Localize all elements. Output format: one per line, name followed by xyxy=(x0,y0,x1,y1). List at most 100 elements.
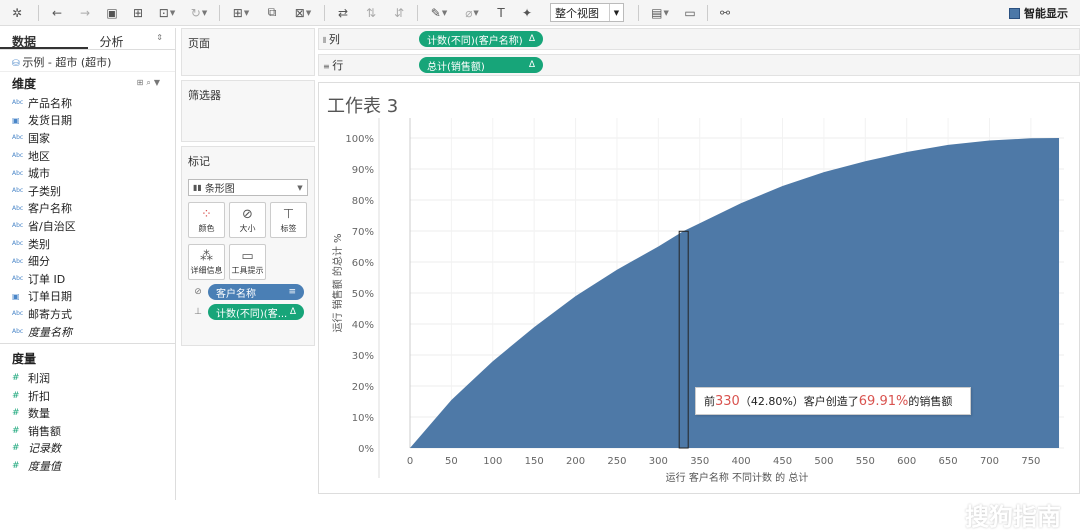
dimension-label: 度量名称 xyxy=(28,325,72,339)
sort-descending-icon[interactable]: ⇵ xyxy=(385,0,413,26)
delta-icon: Δ xyxy=(289,307,296,317)
tooltip-button[interactable]: ▭ 工具提示 xyxy=(229,244,266,280)
y-tick-label: 20% xyxy=(352,382,374,393)
pause-updates-icon[interactable]: ⊡ ▼ xyxy=(151,0,183,26)
x-tick-label: 250 xyxy=(607,456,626,467)
dimension-label: 客户名称 xyxy=(28,202,72,216)
columns-shelf[interactable]: ⫴ 列 计数(不同)(客户名称) Δ xyxy=(318,28,1080,50)
text-label-icon: ⊤ xyxy=(282,206,295,222)
measure-icon: # xyxy=(12,425,20,436)
string-type-icon: Abc xyxy=(12,310,24,318)
measures-title: 度量 xyxy=(12,351,37,366)
tab-data[interactable]: 数据 xyxy=(0,28,88,49)
tableau-logo-icon[interactable]: ✲ xyxy=(0,0,34,26)
x-tick-label: 100 xyxy=(483,456,502,467)
view-mode-value: 整个视图 xyxy=(555,6,599,20)
presentation-icon[interactable]: ▭ xyxy=(677,0,703,26)
dimension-field[interactable]: Abc 订单 ID xyxy=(0,270,175,288)
tooltip-label: 工具提示 xyxy=(231,265,264,275)
datasource-item[interactable]: ⛁ 示例 - 超市 (超市) xyxy=(0,50,175,72)
shelves: ⫴ 列 计数(不同)(客户名称) Δ ≡ 行 总计(销售额) Δ xyxy=(318,28,1080,80)
highlight-icon[interactable]: ✎ ▼ xyxy=(422,0,456,26)
dimension-field[interactable]: Abc 产品名称 xyxy=(0,94,175,112)
view-mode-select[interactable]: 整个视图 ▼ xyxy=(550,3,624,22)
refresh-icon[interactable]: ↻ ▼ xyxy=(183,0,215,26)
new-datasource-icon[interactable]: ⊞ xyxy=(125,0,151,26)
y-tick-label: 70% xyxy=(352,227,374,238)
tooltip-post: 的销售额 xyxy=(908,395,953,408)
label-button[interactable]: ⊤ 标签 xyxy=(270,202,307,238)
dimension-field[interactable]: Abc 客户名称 xyxy=(0,200,175,218)
dimension-field[interactable]: Abc 类别 xyxy=(0,235,175,253)
customer-name-pill[interactable]: 客户名称 ≡ xyxy=(208,284,304,300)
rows-pill[interactable]: 总计(销售额) Δ xyxy=(419,57,543,73)
columns-pill[interactable]: 计数(不同)(客户名称) Δ xyxy=(419,31,543,47)
detail-button[interactable]: ⁂ 详细信息 xyxy=(188,244,225,280)
sort-ascending-icon[interactable]: ⇅ xyxy=(357,0,385,26)
dimension-field[interactable]: ▣ 订单日期 xyxy=(0,288,175,306)
clear-sheet-icon[interactable]: ⊠ ▼ xyxy=(286,0,320,26)
smart-show-label: 智能显示 xyxy=(1024,7,1068,20)
x-tick-label: 650 xyxy=(939,456,958,467)
detail-icon: ⁂ xyxy=(200,248,213,264)
path-mark-icon: ⊥ xyxy=(194,307,202,317)
mark-type-select[interactable]: ▮▮ 条形图 ▼ xyxy=(188,179,308,196)
dimension-field[interactable]: Abc 度量名称 xyxy=(0,323,175,341)
measure-field[interactable]: # 度量值 xyxy=(0,457,175,475)
x-tick-label: 200 xyxy=(566,456,585,467)
measure-field[interactable]: # 折扣 xyxy=(0,387,175,405)
measure-field[interactable]: # 利润 xyxy=(0,369,175,387)
measures-header: 度量 xyxy=(0,347,175,369)
filters-title: 筛选器 xyxy=(188,89,221,102)
header-tools-icon[interactable]: ⊞⌕▼ xyxy=(137,78,163,88)
swap-icon[interactable]: ⇄ xyxy=(329,0,357,26)
size-mark-icon: ⊘ xyxy=(194,287,202,297)
y-tick-label: 50% xyxy=(352,289,374,300)
string-type-icon: Abc xyxy=(12,99,24,107)
dimension-field[interactable]: Abc 城市 xyxy=(0,164,175,182)
measure-label: 利润 xyxy=(28,372,50,386)
measure-field[interactable]: # 记录数 xyxy=(0,440,175,458)
tooltip-share: 69.91% xyxy=(858,393,909,409)
save-icon[interactable]: ▣ xyxy=(99,0,125,26)
measure-field[interactable]: # 数量 xyxy=(0,405,175,423)
smart-show-button[interactable]: 智能显示 xyxy=(1009,5,1068,21)
rows-shelf[interactable]: ≡ 行 总计(销售额) Δ xyxy=(318,54,1080,76)
show-cards-icon[interactable]: ▤ ▼ xyxy=(643,0,677,26)
tooltip-count: 330 xyxy=(715,393,740,409)
detail-label: 详细信息 xyxy=(190,265,223,275)
pages-card[interactable]: 页面 xyxy=(181,28,315,76)
color-button[interactable]: ⁘ 颜色 xyxy=(188,202,225,238)
show-labels-icon[interactable]: T xyxy=(488,0,514,26)
color-label: 颜色 xyxy=(198,223,215,233)
measures-list: # 利润 # 折扣 # 数量 # 销售额 # 记录数 # 度量值 xyxy=(0,369,175,475)
annotation-tooltip: 前 330 （42.80%）客户创造了 69.91% 的销售额 xyxy=(695,387,971,415)
measure-field[interactable]: # 销售额 xyxy=(0,422,175,440)
toolbar-separator xyxy=(707,4,708,21)
fix-axes-icon[interactable]: ✦ xyxy=(514,0,540,26)
group-icon[interactable]: ⌀ ▼ xyxy=(456,0,488,26)
dimension-field[interactable]: Abc 省/自治区 xyxy=(0,217,175,235)
new-worksheet-icon[interactable]: ⊞ ▼ xyxy=(224,0,258,26)
tab-analysis[interactable]: 分析 ⇕ xyxy=(88,28,176,49)
dimension-field[interactable]: Abc 邮寄方式 xyxy=(0,305,175,323)
dimension-field[interactable]: Abc 国家 xyxy=(0,129,175,147)
pareto-chart[interactable]: 0% 10% 20% 30% 40% 50% 60% 70% 80% 90% 100% 0 50 100… xyxy=(319,83,1079,493)
share-icon[interactable]: ⚯ xyxy=(712,0,738,26)
dimension-field[interactable]: Abc 细分 xyxy=(0,252,175,270)
dimension-field[interactable]: ▣ 发货日期 xyxy=(0,112,175,130)
filters-card[interactable]: 筛选器 xyxy=(181,80,315,142)
marks-title: 标记 xyxy=(188,155,210,168)
y-tick-label: 30% xyxy=(352,351,374,362)
y-tick-label: 60% xyxy=(352,258,374,269)
duplicate-sheet-icon[interactable]: ⧉ xyxy=(258,0,286,26)
tooltip-icon: ▭ xyxy=(241,248,254,264)
redo-icon[interactable]: → xyxy=(71,0,99,26)
count-distinct-pill[interactable]: 计数(不同)(客... Δ xyxy=(208,304,304,320)
mark-type-value: 条形图 xyxy=(204,184,235,195)
string-type-icon: Abc xyxy=(12,187,24,195)
size-button[interactable]: ⊘ 大小 xyxy=(229,202,266,238)
dimension-field[interactable]: Abc 地区 xyxy=(0,147,175,165)
dimension-field[interactable]: Abc 子类别 xyxy=(0,182,175,200)
undo-icon[interactable]: ← xyxy=(43,0,71,26)
